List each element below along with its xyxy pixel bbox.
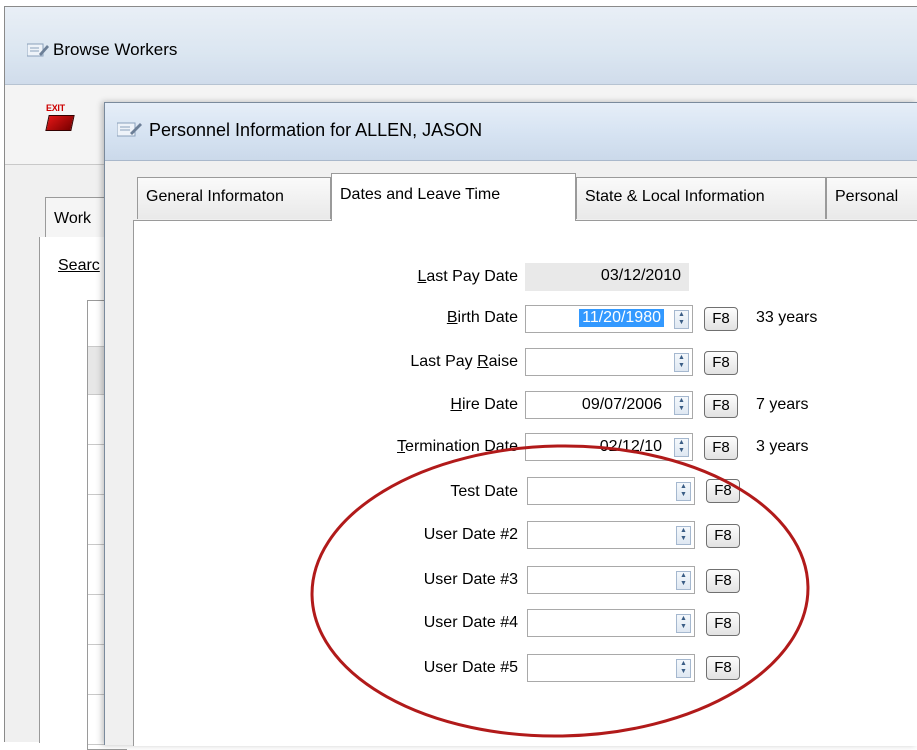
user-date-5-label: User Date #5 <box>423 659 518 676</box>
edit-form-icon <box>26 43 49 61</box>
tab-label: Dates and Leave Time <box>340 186 501 203</box>
label-mnemonic: R <box>477 353 489 370</box>
tab-personal[interactable]: Personal <box>826 177 917 219</box>
spinner-icon[interactable]: ▲ ▼ <box>674 438 689 457</box>
label-mnemonic: B <box>446 309 458 326</box>
label-part: Last Pay <box>410 353 478 370</box>
label-part: ast Pay Date <box>426 268 518 285</box>
termination-date-field[interactable]: 02/12/10 ▲ ▼ <box>525 433 693 461</box>
tab-general-information[interactable]: General Informaton <box>137 177 331 219</box>
hire-date-label-wrap: Hire Date <box>134 396 518 418</box>
user-date-3-label: User Date #3 <box>423 571 518 588</box>
label-part: aise <box>488 353 518 370</box>
tab-dates-and-leave-time[interactable]: Dates and Leave Time <box>331 173 576 221</box>
birth-date-field[interactable]: 11/20/1980 ▲ ▼ <box>525 305 693 333</box>
last-pay-raise-field[interactable]: ▲ ▼ <box>525 348 693 376</box>
browse-workers-title: Browse Workers <box>53 40 178 59</box>
birth-date-label-wrap: Birth Date <box>134 309 518 331</box>
birth-date-age: 33 years <box>756 309 818 326</box>
user-date-2-label-wrap: User Date #2 <box>134 526 518 548</box>
termination-date-value: 02/12/10 <box>599 438 662 455</box>
user-date-3-field[interactable]: ▲ ▼ <box>527 566 695 594</box>
label-mnemonic: H <box>450 396 462 413</box>
tab-label: General Informaton <box>146 188 284 205</box>
browse-workers-titlebar: Browse Workers <box>5 7 917 85</box>
test-date-field[interactable]: ▲ ▼ <box>527 477 695 505</box>
birth-date-f8-button[interactable]: F8 <box>704 307 738 331</box>
spinner-icon[interactable]: ▲ ▼ <box>674 353 689 372</box>
search-label-text: Searc <box>58 257 100 274</box>
personnel-information-dialog: Personnel Information for ALLEN, JASON G… <box>104 102 917 746</box>
last-pay-date-label: Last Pay Date <box>417 268 518 286</box>
search-label: Searc <box>58 257 100 275</box>
dates-leave-panel: Last Pay Date 03/12/2010 Birth Date 11/2… <box>133 220 917 746</box>
spinner-icon[interactable]: ▲ ▼ <box>676 659 691 678</box>
spinner-icon[interactable]: ▲ ▼ <box>674 310 689 329</box>
user-date-5-f8-button[interactable]: F8 <box>706 656 740 680</box>
birth-date-value: 11/20/1980 <box>579 309 664 327</box>
hire-date-value: 09/07/2006 <box>581 396 662 413</box>
spinner-icon[interactable]: ▲ ▼ <box>676 614 691 633</box>
last-pay-raise-f8-button[interactable]: F8 <box>704 351 738 375</box>
tab-state-local-information[interactable]: State & Local Information <box>576 177 826 219</box>
last-pay-raise-label: Last Pay Raise <box>410 353 518 371</box>
last-pay-date-label-wrap: Last Pay Date <box>134 268 518 290</box>
birth-date-label: Birth Date <box>447 309 518 327</box>
test-date-f8-button[interactable]: F8 <box>706 479 740 503</box>
label-part: irth Date <box>457 309 518 326</box>
spinner-icon[interactable]: ▲ ▼ <box>676 526 691 545</box>
last-pay-raise-label-wrap: Last Pay Raise <box>134 353 518 375</box>
user-date-4-label: User Date #4 <box>423 614 518 631</box>
tab-label: State & Local Information <box>585 188 765 205</box>
spinner-icon[interactable]: ▲ ▼ <box>674 396 689 415</box>
termination-date-f8-button[interactable]: F8 <box>704 436 738 460</box>
test-date-label: Test Date <box>450 483 518 500</box>
termination-date-age: 3 years <box>756 438 809 455</box>
user-date-5-label-wrap: User Date #5 <box>134 659 518 681</box>
hire-date-age: 7 years <box>756 396 809 413</box>
termination-date-label: Termination Date <box>397 438 518 456</box>
hire-date-field[interactable]: 09/07/2006 ▲ ▼ <box>525 391 693 419</box>
last-pay-date-field: 03/12/2010 <box>525 263 689 291</box>
label-part: ire Date <box>461 396 518 413</box>
user-date-2-f8-button[interactable]: F8 <box>706 524 740 548</box>
label-part: ermination Date <box>405 438 518 455</box>
hire-date-f8-button[interactable]: F8 <box>704 394 738 418</box>
exit-button[interactable]: EXIT <box>45 103 79 141</box>
tab-workers-label: Work <box>54 210 92 227</box>
user-date-5-field[interactable]: ▲ ▼ <box>527 654 695 682</box>
user-date-4-field[interactable]: ▲ ▼ <box>527 609 695 637</box>
user-date-3-label-wrap: User Date #3 <box>134 571 518 593</box>
tab-label: Personal <box>835 188 899 205</box>
hire-date-label: Hire Date <box>450 396 518 414</box>
test-date-label-wrap: Test Date <box>134 483 518 505</box>
edit-form-icon <box>116 121 143 141</box>
user-date-4-f8-button[interactable]: F8 <box>706 612 740 636</box>
dialog-titlebar: Personnel Information for ALLEN, JASON <box>105 103 917 161</box>
user-date-2-field[interactable]: ▲ ▼ <box>527 521 695 549</box>
termination-date-label-wrap: Termination Date <box>134 438 518 460</box>
user-date-3-f8-button[interactable]: F8 <box>706 569 740 593</box>
last-pay-date-value: 03/12/2010 <box>600 267 681 284</box>
user-date-4-label-wrap: User Date #4 <box>134 614 518 636</box>
exit-label: EXIT <box>46 103 65 113</box>
spinner-icon[interactable]: ▲ ▼ <box>676 482 691 501</box>
label-mnemonic: T <box>397 438 406 455</box>
dialog-title: Personnel Information for ALLEN, JASON <box>149 120 483 140</box>
user-date-2-label: User Date #2 <box>423 526 518 543</box>
spinner-icon[interactable]: ▲ ▼ <box>676 571 691 590</box>
exit-door-icon <box>45 115 75 131</box>
